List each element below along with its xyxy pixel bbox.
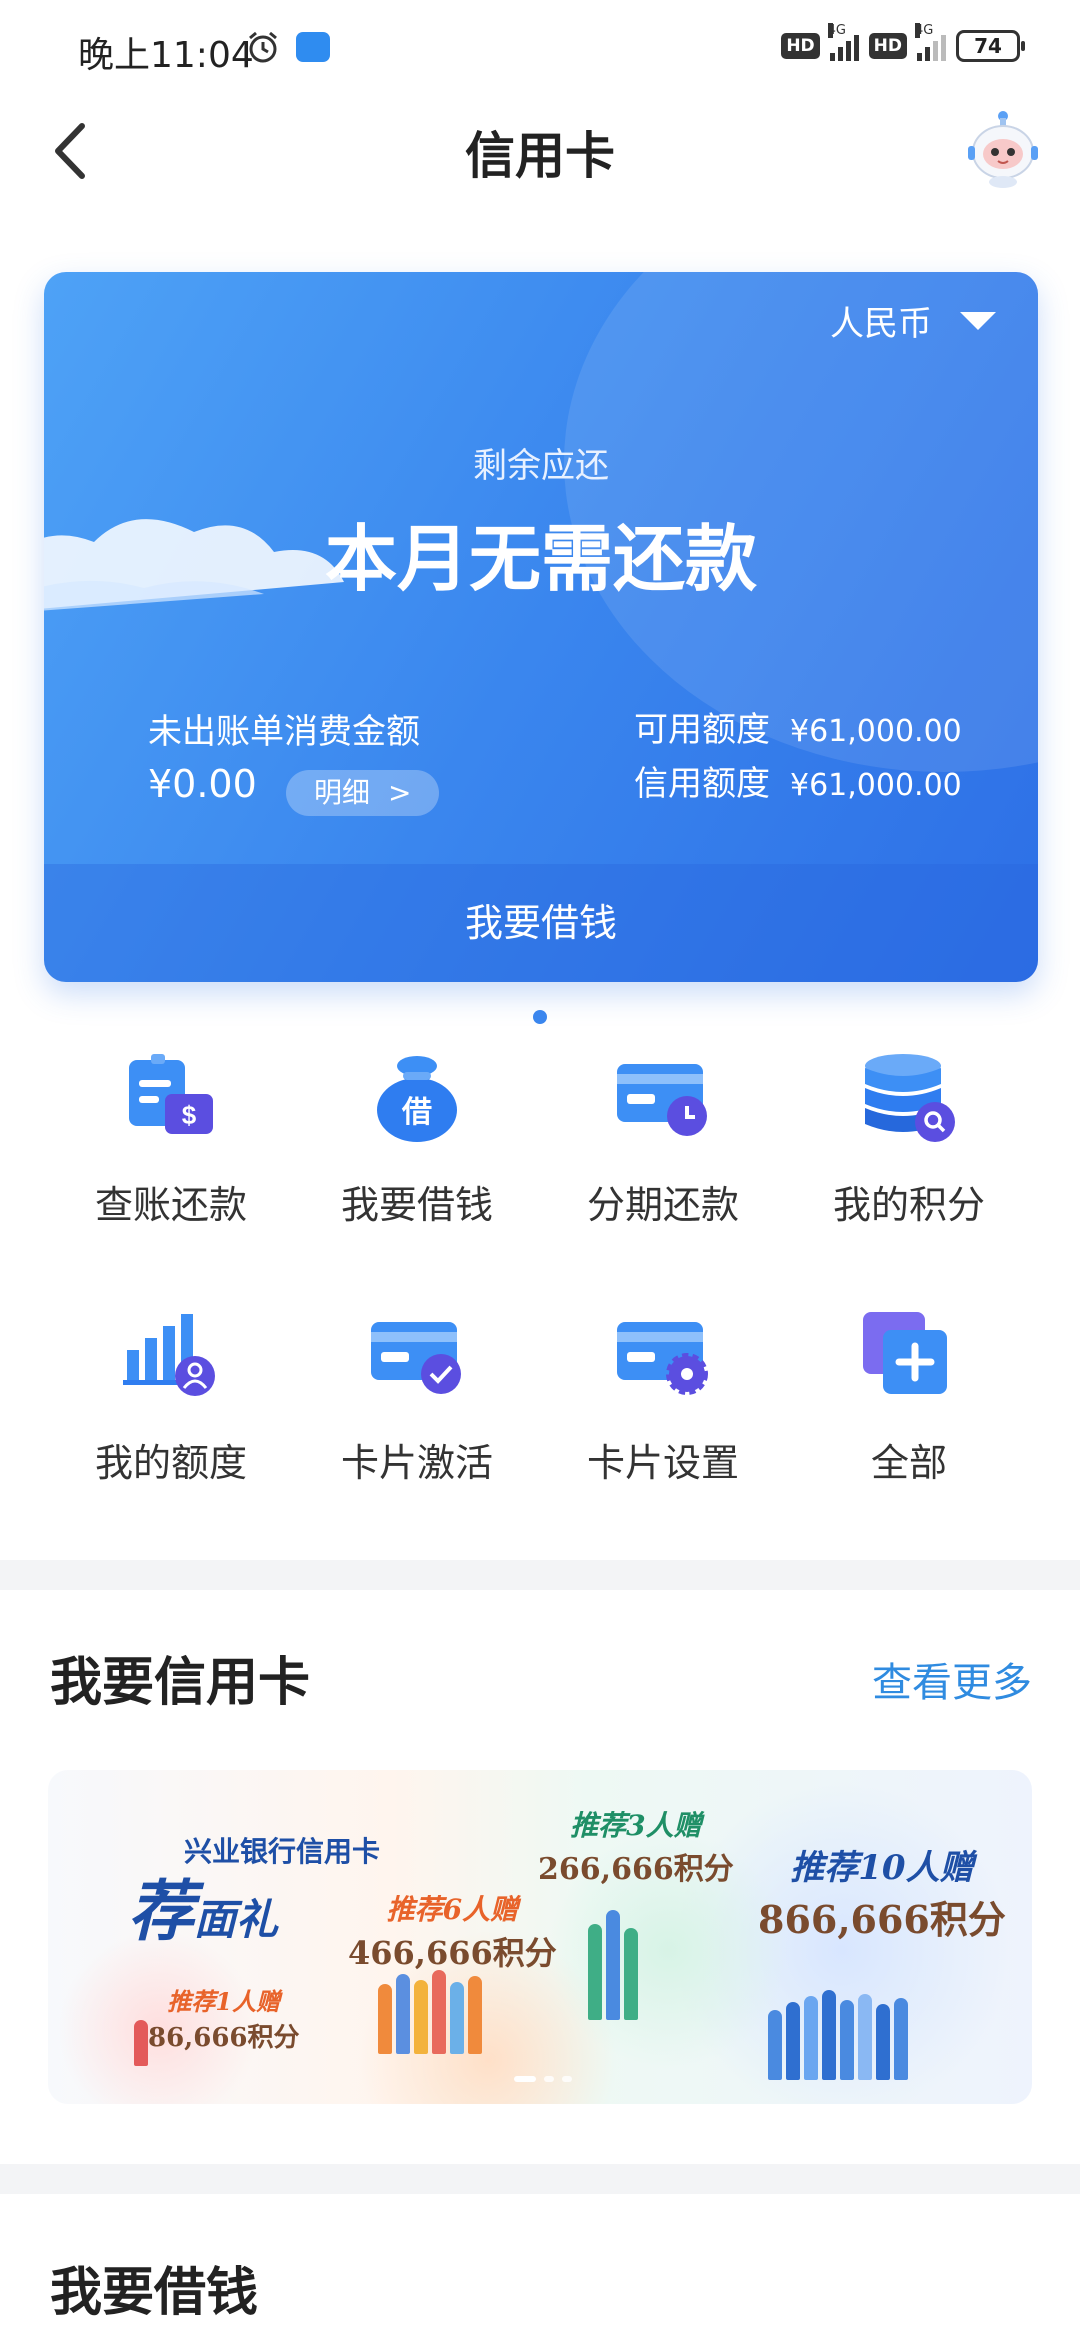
- grid-item-bill-repay[interactable]: $ 查账还款: [36, 1040, 306, 1280]
- banner-gift-title: 荐面礼: [128, 1858, 278, 1954]
- people-illustration: [378, 1970, 482, 2054]
- grid-item-label: 全部: [870, 1441, 947, 1485]
- people-illustration: [134, 2020, 148, 2066]
- remaining-value: 本月无需还款: [324, 517, 757, 601]
- grid-item-points[interactable]: 我的积分: [774, 1040, 1044, 1280]
- unbilled-label: 未出账单消费金额: [148, 712, 420, 752]
- grid-item-borrow[interactable]: 借 我要借钱: [282, 1040, 552, 1280]
- card-activate-icon: [371, 1322, 461, 1394]
- banner-gift-small: 面礼: [194, 1895, 279, 1944]
- signal-icon: 4G: [915, 23, 946, 61]
- notification-app-icon: [296, 32, 330, 62]
- money-bag-icon: 借: [377, 1056, 457, 1142]
- banner-pager: [514, 2076, 572, 2082]
- available-label: 可用额度: [634, 710, 770, 750]
- chevron-right-icon: >: [388, 776, 412, 809]
- card-settings-icon: [617, 1322, 708, 1395]
- grid-item-label: 卡片设置: [586, 1441, 739, 1485]
- carousel-indicator: [533, 1010, 547, 1024]
- credit-label: 信用额度: [634, 764, 770, 804]
- credit-card-summary[interactable]: 人民币 剩余应还 本月无需还款 未出账单消费金额 ¥0.00 明细 > 可用额度…: [44, 272, 1038, 982]
- tier-title: 推荐3人赠: [570, 1809, 702, 1842]
- points-database-icon: [865, 1054, 955, 1142]
- signal-icon: 4G: [827, 23, 859, 61]
- bill-repay-icon: $: [129, 1054, 213, 1134]
- available-limit-row: 可用额度 ¥61,000.00: [634, 702, 962, 751]
- people-illustration: [768, 1990, 908, 2080]
- section-divider: [0, 1560, 1080, 1590]
- network-type: 4G: [915, 23, 934, 38]
- grid-item-label: 我的积分: [832, 1183, 985, 1227]
- view-more-link[interactable]: 查看更多: [872, 1650, 1032, 1708]
- dropdown-triangle-icon: [960, 311, 996, 330]
- available-value: ¥61,000.00: [790, 714, 962, 749]
- tier-points: 866,666积分: [758, 1897, 1006, 1942]
- people-illustration: [588, 1910, 638, 2020]
- status-time: 晚上11:04: [78, 35, 254, 76]
- tier-title: 推荐10人赠: [790, 1848, 974, 1888]
- banner-gift-big: 荐: [128, 1872, 194, 1950]
- grid-item-installment[interactable]: 分期还款: [528, 1040, 798, 1280]
- installment-card-icon: [617, 1064, 707, 1136]
- function-grid: $ 查账还款 借 我要借钱 分期还款 我的积分 我的额度 卡片激活 卡片设置 全…: [0, 1040, 1080, 1560]
- tier-title: 推荐1人赠: [167, 1987, 281, 2016]
- tier-3: 推荐3人赠 266,666积分: [538, 1804, 734, 1888]
- svg-text:$: $: [182, 1100, 197, 1130]
- remaining-label: 剩余应还: [473, 446, 609, 486]
- tier-1: 推荐1人赠 86,666积分: [148, 1982, 300, 2054]
- credit-limit-row: 信用额度 ¥61,000.00: [634, 756, 962, 805]
- grid-item-all[interactable]: 全部: [774, 1298, 1044, 1538]
- borrow-money-bar[interactable]: 我要借钱: [44, 864, 1038, 982]
- detail-button[interactable]: 明细 >: [286, 770, 440, 816]
- grid-item-label: 查账还款: [94, 1183, 247, 1227]
- unbilled-value: ¥0.00: [148, 762, 257, 806]
- grid-item-label: 分期还款: [586, 1183, 739, 1227]
- robot-assistant-icon[interactable]: [962, 108, 1044, 190]
- currency-selector[interactable]: 人民币: [830, 296, 996, 345]
- hd-badge: HD: [868, 33, 907, 59]
- section-title-borrow: 我要借钱: [50, 2263, 259, 2323]
- hd-badge: HD: [781, 33, 820, 59]
- section-title-apply-card: 我要信用卡: [50, 1653, 311, 1713]
- tier-10: 推荐10人赠 866,666积分: [758, 1840, 1006, 1944]
- alarm-icon: [249, 31, 277, 63]
- tier-points: 266,666积分: [538, 1852, 734, 1887]
- grid-item-label: 我的额度: [94, 1441, 247, 1485]
- grid-item-label: 我要借钱: [340, 1183, 493, 1227]
- status-bar: 晚上11:04 HD 4G HD 4G 74: [0, 0, 1080, 96]
- credit-value: ¥61,000.00: [790, 768, 962, 803]
- tier-points: 86,666积分: [148, 2023, 300, 2053]
- referral-banner[interactable]: 兴业银行信用卡 荐面礼 推荐1人赠 86,666积分 推荐6人赠 466,666…: [48, 1770, 1032, 2104]
- tier-6: 推荐6人赠 466,666积分: [348, 1888, 557, 1974]
- section-divider: [0, 2164, 1080, 2194]
- svg-text:借: 借: [401, 1095, 432, 1130]
- grid-item-activate[interactable]: 卡片激活: [282, 1298, 552, 1538]
- tier-points: 466,666积分: [348, 1934, 557, 1972]
- tier-title: 推荐6人赠: [386, 1893, 519, 1926]
- all-plus-icon: [863, 1312, 947, 1394]
- battery-icon: 74: [956, 30, 1025, 62]
- limit-chart-icon: [123, 1314, 215, 1396]
- detail-label: 明细: [314, 776, 371, 809]
- grid-item-limit[interactable]: 我的额度: [36, 1298, 306, 1538]
- network-type: 4G: [827, 23, 847, 38]
- page-title: 信用卡: [465, 127, 615, 185]
- currency-label: 人民币: [830, 304, 932, 344]
- nav-bar: 信用卡: [0, 96, 1080, 206]
- grid-item-settings[interactable]: 卡片设置: [528, 1298, 798, 1538]
- grid-item-label: 卡片激活: [340, 1441, 493, 1485]
